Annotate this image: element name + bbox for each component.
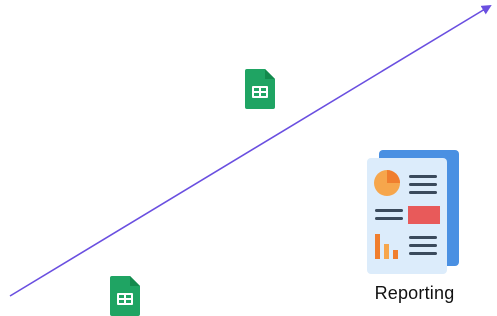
reporting-label: Reporting: [374, 283, 455, 303]
report-document-icon: [367, 150, 459, 274]
google-sheets-icon: [245, 69, 275, 109]
google-sheets-icon: [110, 276, 140, 316]
